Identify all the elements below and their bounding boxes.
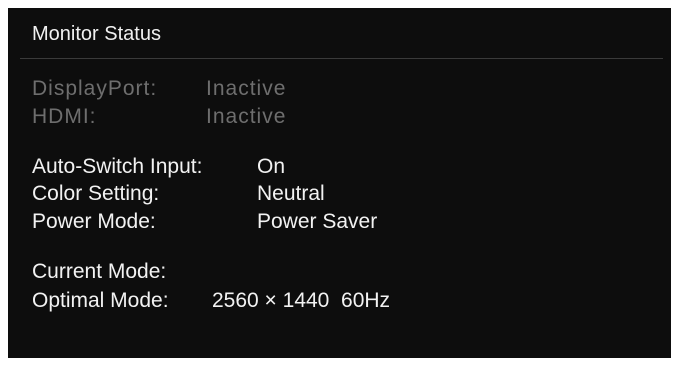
setting-label-auto-switch: Auto-Switch Input: <box>32 155 203 178</box>
title-divider <box>20 58 663 59</box>
input-status-hdmi: Inactive <box>206 105 287 128</box>
current-mode-label: Current Mode: <box>32 260 167 283</box>
input-label-hdmi: HDMI: <box>32 105 97 128</box>
input-status-displayport: Inactive <box>206 77 287 100</box>
monitor-status-panel: Monitor Status DisplayPort: Inactive HDM… <box>8 8 671 358</box>
setting-label-power: Power Mode: <box>32 210 156 233</box>
panel-title: Monitor Status <box>32 23 161 45</box>
setting-value-auto-switch: On <box>257 155 286 178</box>
optimal-mode-value: 2560 × 1440 60Hz <box>212 289 391 312</box>
optimal-mode-label: Optimal Mode: <box>32 289 169 312</box>
setting-label-color: Color Setting: <box>32 182 160 205</box>
setting-value-color: Neutral <box>257 182 325 205</box>
input-label-displayport: DisplayPort: <box>32 77 158 100</box>
setting-value-power: Power Saver <box>257 210 378 233</box>
